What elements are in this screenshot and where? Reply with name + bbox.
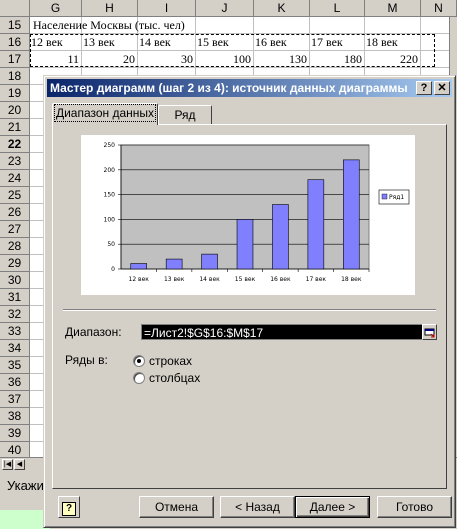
tab-series-label: Ряд	[174, 108, 196, 122]
tab-series[interactable]: Ряд	[158, 105, 212, 125]
cancel-button[interactable]: Отмена	[139, 496, 214, 518]
help-button[interactable]: ?	[58, 496, 80, 518]
row-header-20[interactable]: 20	[0, 102, 30, 119]
y-tick-label: 50	[107, 241, 115, 248]
bar	[165, 258, 183, 270]
range-input[interactable]: =Лист2!$G$16:$M$17	[141, 324, 423, 340]
row-header-32[interactable]: 32	[0, 306, 30, 323]
next-button[interactable]: Далее >	[295, 496, 370, 518]
tab-panel: 0 50 100 150 200 250 12 век 13 век 14 век 15 век 1…	[52, 124, 447, 489]
x-tick-label: 17 век	[306, 276, 327, 283]
range-label: Диапазон:	[65, 325, 122, 339]
first-sheet-icon[interactable]: |◀	[2, 459, 13, 470]
row-header-36[interactable]: 36	[0, 374, 30, 391]
prev-sheet-icon[interactable]: ◀	[14, 459, 25, 470]
row-header-37[interactable]: 37	[0, 391, 30, 408]
column-header-m[interactable]: M	[365, 0, 421, 17]
bar	[201, 253, 218, 270]
row-header-16[interactable]: 16	[0, 34, 30, 51]
selection-marquee	[30, 34, 435, 67]
column-header-l[interactable]: L	[310, 0, 365, 17]
close-icon: ✕	[437, 82, 447, 94]
collapse-icon	[424, 328, 435, 338]
x-tick-label: 18 век	[341, 276, 362, 283]
chart-preview: 0 50 100 150 200 250 12 век 13 век 14 век 15 век 1…	[81, 135, 415, 295]
question-icon: ?	[420, 82, 428, 94]
collapse-dialog-button[interactable]	[422, 324, 437, 340]
row-header-35[interactable]: 35	[0, 357, 30, 374]
legend-label: Ряд1	[389, 194, 404, 201]
row-header-15[interactable]: 15	[0, 17, 30, 34]
x-tick-label: 13 век	[164, 276, 185, 283]
row-header-18[interactable]: 18	[0, 68, 30, 85]
row-header-29[interactable]: 29	[0, 255, 30, 272]
column-header-h[interactable]: H	[82, 0, 138, 17]
help-title-button[interactable]: ?	[416, 81, 432, 95]
x-tick-label: 16 век	[270, 276, 291, 283]
column-header-k[interactable]: K	[254, 0, 310, 17]
column-header-n[interactable]: N	[421, 0, 457, 17]
row-header-27[interactable]: 27	[0, 221, 30, 238]
row-header-34[interactable]: 34	[0, 340, 30, 357]
tab-data-range[interactable]: Диапазон данных	[52, 103, 158, 125]
tab-data-range-label: Диапазон данных	[53, 104, 157, 122]
row-header-28[interactable]: 28	[0, 238, 30, 255]
row-header-17[interactable]: 17	[0, 51, 30, 68]
row-header-38[interactable]: 38	[0, 408, 30, 425]
radio-columns-label[interactable]: столбцах	[149, 371, 200, 385]
close-button[interactable]: ✕	[434, 81, 450, 95]
row-header-39[interactable]: 39	[0, 425, 30, 442]
help-icon: ?	[62, 502, 76, 516]
dialog-title[interactable]: Мастер диаграмм (шаг 2 из 4): источник д…	[47, 79, 452, 97]
column-header-i[interactable]: I	[138, 0, 196, 17]
y-tick-label: 0	[111, 266, 115, 273]
y-tick-label: 150	[104, 192, 116, 199]
bar	[236, 219, 254, 270]
row-header-22[interactable]: 22	[0, 136, 30, 153]
column-header-j[interactable]: J	[196, 0, 254, 17]
radio-dot-icon	[137, 359, 141, 363]
radio-rows-label[interactable]: строках	[149, 354, 192, 368]
y-tick-label: 100	[104, 216, 116, 223]
y-tick-label: 250	[104, 142, 116, 149]
bar	[272, 204, 289, 270]
separator	[63, 309, 436, 311]
radio-rows[interactable]	[133, 355, 145, 367]
radio-columns[interactable]	[133, 372, 145, 384]
back-button[interactable]: < Назад	[220, 496, 295, 518]
legend-swatch	[381, 193, 388, 200]
bar	[130, 263, 147, 270]
row-header-21[interactable]: 21	[0, 119, 30, 136]
row-header-31[interactable]: 31	[0, 289, 30, 306]
row-header-23[interactable]: 23	[0, 153, 30, 170]
row-header-33[interactable]: 33	[0, 323, 30, 340]
column-header-g[interactable]: G	[30, 0, 82, 17]
y-tick-label: 200	[104, 167, 116, 174]
bar	[307, 179, 325, 270]
select-all-corner[interactable]	[0, 0, 30, 17]
bar-chart: 0 50 100 150 200 250 12 век 13 век 14 век 15 век 1…	[104, 142, 410, 283]
row-header-24[interactable]: 24	[0, 170, 30, 187]
row-header-26[interactable]: 26	[0, 204, 30, 221]
row-header-25[interactable]: 25	[0, 187, 30, 204]
chart-wizard-dialog: Мастер диаграмм (шаг 2 из 4): источник д…	[43, 75, 456, 528]
row-header-30[interactable]: 30	[0, 272, 30, 289]
bar	[343, 159, 360, 270]
x-tick-label: 12 век	[129, 276, 150, 283]
row-header-19[interactable]: 19	[0, 85, 30, 102]
finish-button[interactable]: Готово	[377, 496, 452, 518]
x-tick-label: 14 век	[199, 276, 220, 283]
series-in-label: Ряды в:	[65, 353, 108, 367]
cell-g15-title[interactable]: Население Москвы (тыс. чел)	[33, 17, 185, 34]
x-tick-label: 15 век	[235, 276, 256, 283]
